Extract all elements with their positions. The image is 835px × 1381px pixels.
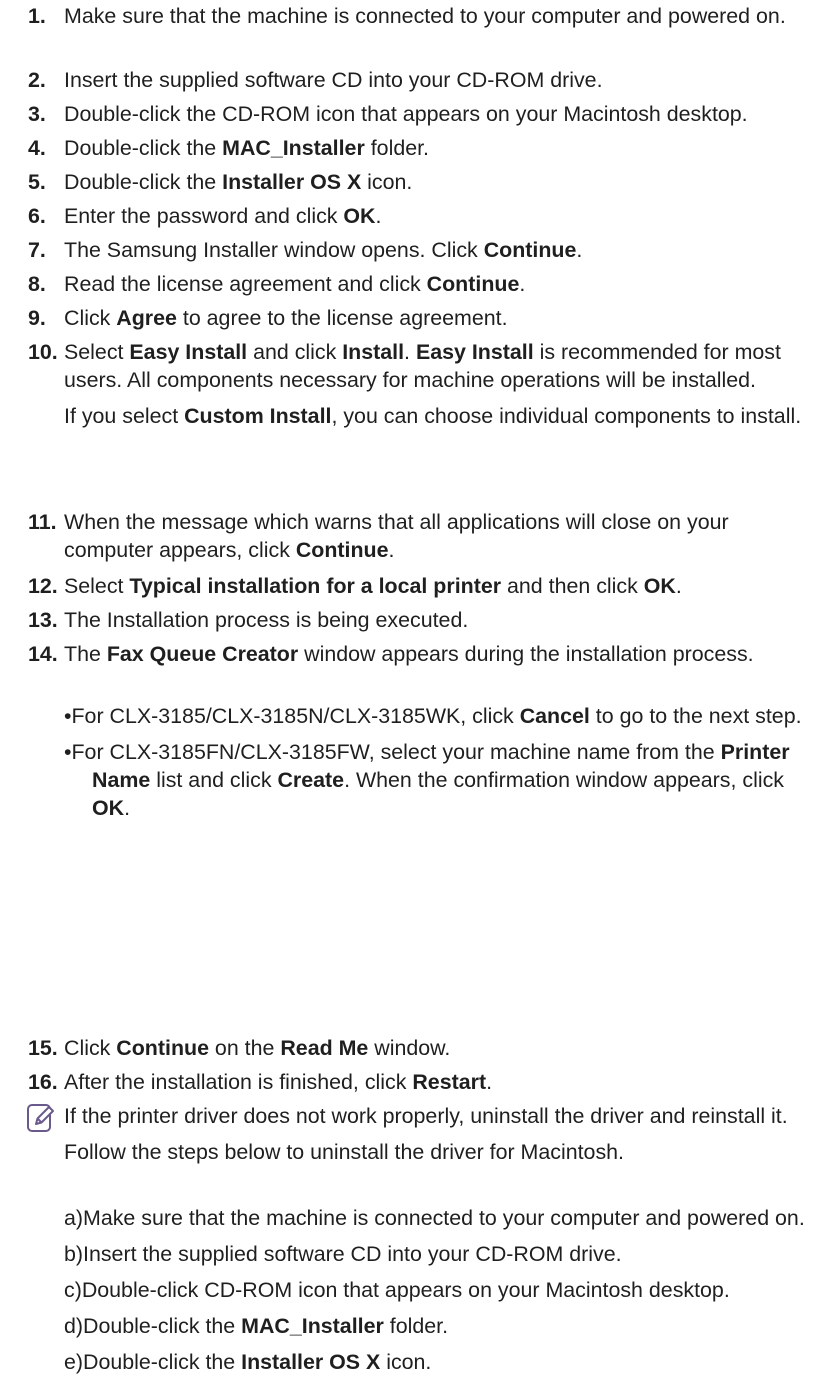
step-1: 1. Make sure that the machine is connect… [28, 2, 818, 30]
step-text: The Installation process is being execut… [64, 608, 469, 632]
step-text: The Fax Queue Creator window appears dur… [64, 642, 754, 666]
step-number: 7. [28, 238, 46, 262]
step-12: 12. Select Typical installation for a lo… [28, 572, 818, 600]
uninstall-steps: a)Make sure that the machine is connecte… [64, 1204, 824, 1376]
step-number: 16. [28, 1070, 58, 1094]
step-number: 3. [28, 102, 46, 126]
step-number: 1. [28, 4, 46, 28]
step-11: 11. When the message which warns that al… [28, 508, 818, 564]
bullet-list: •For CLX-3185/CLX-3185N/CLX-3185WK, clic… [64, 702, 824, 822]
substep-e: e)Double-click the Installer OS X icon. [64, 1350, 432, 1374]
step-14: 14. The Fax Queue Creator window appears… [28, 640, 818, 668]
note-text: If the printer driver does not work prop… [64, 1102, 824, 1166]
step-number: 6. [28, 204, 46, 228]
bullet-item: •For CLX-3185/CLX-3185N/CLX-3185WK, clic… [64, 704, 802, 728]
step-text: Insert the supplied software CD into you… [64, 68, 603, 92]
step-number: 5. [28, 170, 46, 194]
step-text: Double-click the CD-ROM icon that appear… [64, 102, 748, 126]
step-number: 10. [28, 340, 58, 364]
step-text: After the installation is finished, clic… [64, 1070, 493, 1094]
step-number: 14. [28, 642, 58, 666]
step-text: When the message which warns that all ap… [64, 510, 729, 562]
bullet-item: •For CLX-3185FN/CLX-3185FW, select your … [64, 740, 790, 820]
note-pencil-icon [27, 1104, 54, 1132]
step-number: 12. [28, 574, 58, 598]
step-5: 5. Double-click the Installer OS X icon. [28, 168, 818, 196]
step-10: 10. Select Easy Install and click Instal… [28, 338, 818, 430]
step-4: 4. Double-click the MAC_Installer folder… [28, 134, 818, 162]
step-15: 15. Click Continue on the Read Me window… [28, 1034, 818, 1062]
step-text: Click Agree to agree to the license agre… [64, 306, 508, 330]
step-text: Double-click the Installer OS X icon. [64, 170, 413, 194]
step-6: 6. Enter the password and click OK. [28, 202, 818, 230]
step-text: Make sure that the machine is connected … [64, 4, 786, 28]
note-line: Follow the steps below to uninstall the … [64, 1140, 624, 1164]
step-3: 3. Double-click the CD-ROM icon that app… [28, 100, 818, 128]
substep-d: d)Double-click the MAC_Installer folder. [64, 1314, 449, 1338]
step-text: Click Continue on the Read Me window. [64, 1036, 451, 1060]
step-16: 16. After the installation is finished, … [28, 1068, 818, 1096]
substep-c: c)Double-click CD-ROM icon that appears … [64, 1278, 730, 1302]
note-line: If the printer driver does not work prop… [64, 1104, 788, 1128]
step-8: 8. Read the license agreement and click … [28, 270, 818, 298]
step-number: 4. [28, 136, 46, 160]
step-number: 13. [28, 608, 58, 632]
step-number: 9. [28, 306, 46, 330]
substep-a: a)Make sure that the machine is connecte… [64, 1206, 805, 1230]
step-9: 9. Click Agree to agree to the license a… [28, 304, 818, 332]
substep-b: b)Insert the supplied software CD into y… [64, 1242, 622, 1266]
step-13: 13. The Installation process is being ex… [28, 606, 818, 634]
step-text: Enter the password and click OK. [64, 204, 382, 228]
step-text: Double-click the MAC_Installer folder. [64, 136, 429, 160]
step-text: Select Typical installation for a local … [64, 574, 682, 598]
step-text: Read the license agreement and click Con… [64, 272, 526, 296]
step-extra-text: If you select Custom Install, you can ch… [64, 404, 802, 428]
instruction-page: 1. Make sure that the machine is connect… [0, 0, 835, 1381]
step-number: 8. [28, 272, 46, 296]
step-number: 2. [28, 68, 46, 92]
step-text: Select Easy Install and click Install. E… [64, 340, 781, 392]
step-text: The Samsung Installer window opens. Clic… [64, 238, 583, 262]
step-7: 7. The Samsung Installer window opens. C… [28, 236, 818, 264]
step-2: 2. Insert the supplied software CD into … [28, 66, 818, 94]
step-number: 11. [28, 510, 57, 534]
step-number: 15. [28, 1036, 58, 1060]
